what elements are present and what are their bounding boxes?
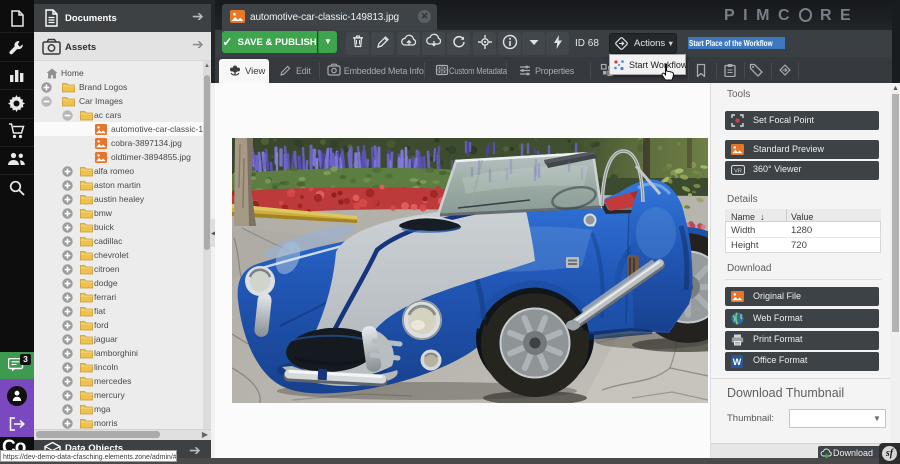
- svg-text:W: W: [733, 356, 742, 366]
- svg-text:VR: VR: [734, 168, 742, 174]
